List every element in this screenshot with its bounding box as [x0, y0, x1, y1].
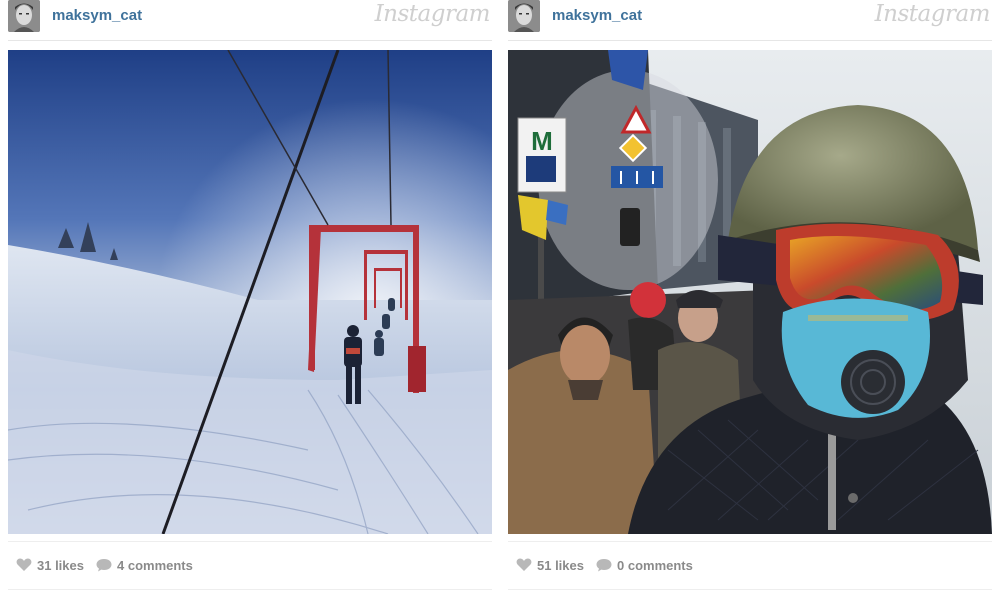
avatar[interactable]	[8, 0, 40, 32]
post-footer: 51 likes 0 comments	[508, 552, 992, 578]
avatar-photo	[508, 0, 540, 32]
avatar[interactable]	[508, 0, 540, 32]
instagram-logo: Instagram	[374, 1, 491, 27]
post-photo[interactable]: M	[508, 50, 992, 534]
post-header: maksym_cat Instagram	[508, 0, 992, 40]
post-photo[interactable]	[8, 50, 492, 534]
footer-divider	[8, 541, 492, 542]
likes-label: 31 likes	[37, 558, 84, 573]
heart-icon	[16, 558, 32, 571]
card-bottom-border	[508, 589, 992, 590]
card-bottom-border	[8, 589, 492, 590]
post-card-2: maksym_cat Instagram M 51 likes 0 commen…	[508, 0, 992, 594]
metro-sign-letter: M	[531, 126, 553, 156]
heart-icon	[516, 558, 532, 571]
speech-bubble-icon	[96, 559, 112, 572]
username-link[interactable]: maksym_cat	[552, 7, 642, 24]
ski-lift-photo	[8, 50, 492, 534]
avatar-photo	[8, 0, 40, 32]
comments-label: 4 comments	[117, 558, 193, 573]
post-card-1: maksym_cat Instagram 31 likes 4 comments	[8, 0, 492, 594]
post-header: maksym_cat Instagram	[8, 0, 492, 40]
footer-divider	[508, 541, 992, 542]
header-divider	[8, 40, 492, 41]
speech-bubble-icon	[596, 559, 612, 572]
likes-label: 51 likes	[537, 558, 584, 573]
protester-photo: M	[508, 50, 992, 534]
username-link[interactable]: maksym_cat	[52, 7, 142, 24]
header-divider	[508, 40, 992, 41]
post-footer: 31 likes 4 comments	[8, 552, 492, 578]
instagram-logo: Instagram	[874, 1, 991, 27]
comments-label: 0 comments	[617, 558, 693, 573]
